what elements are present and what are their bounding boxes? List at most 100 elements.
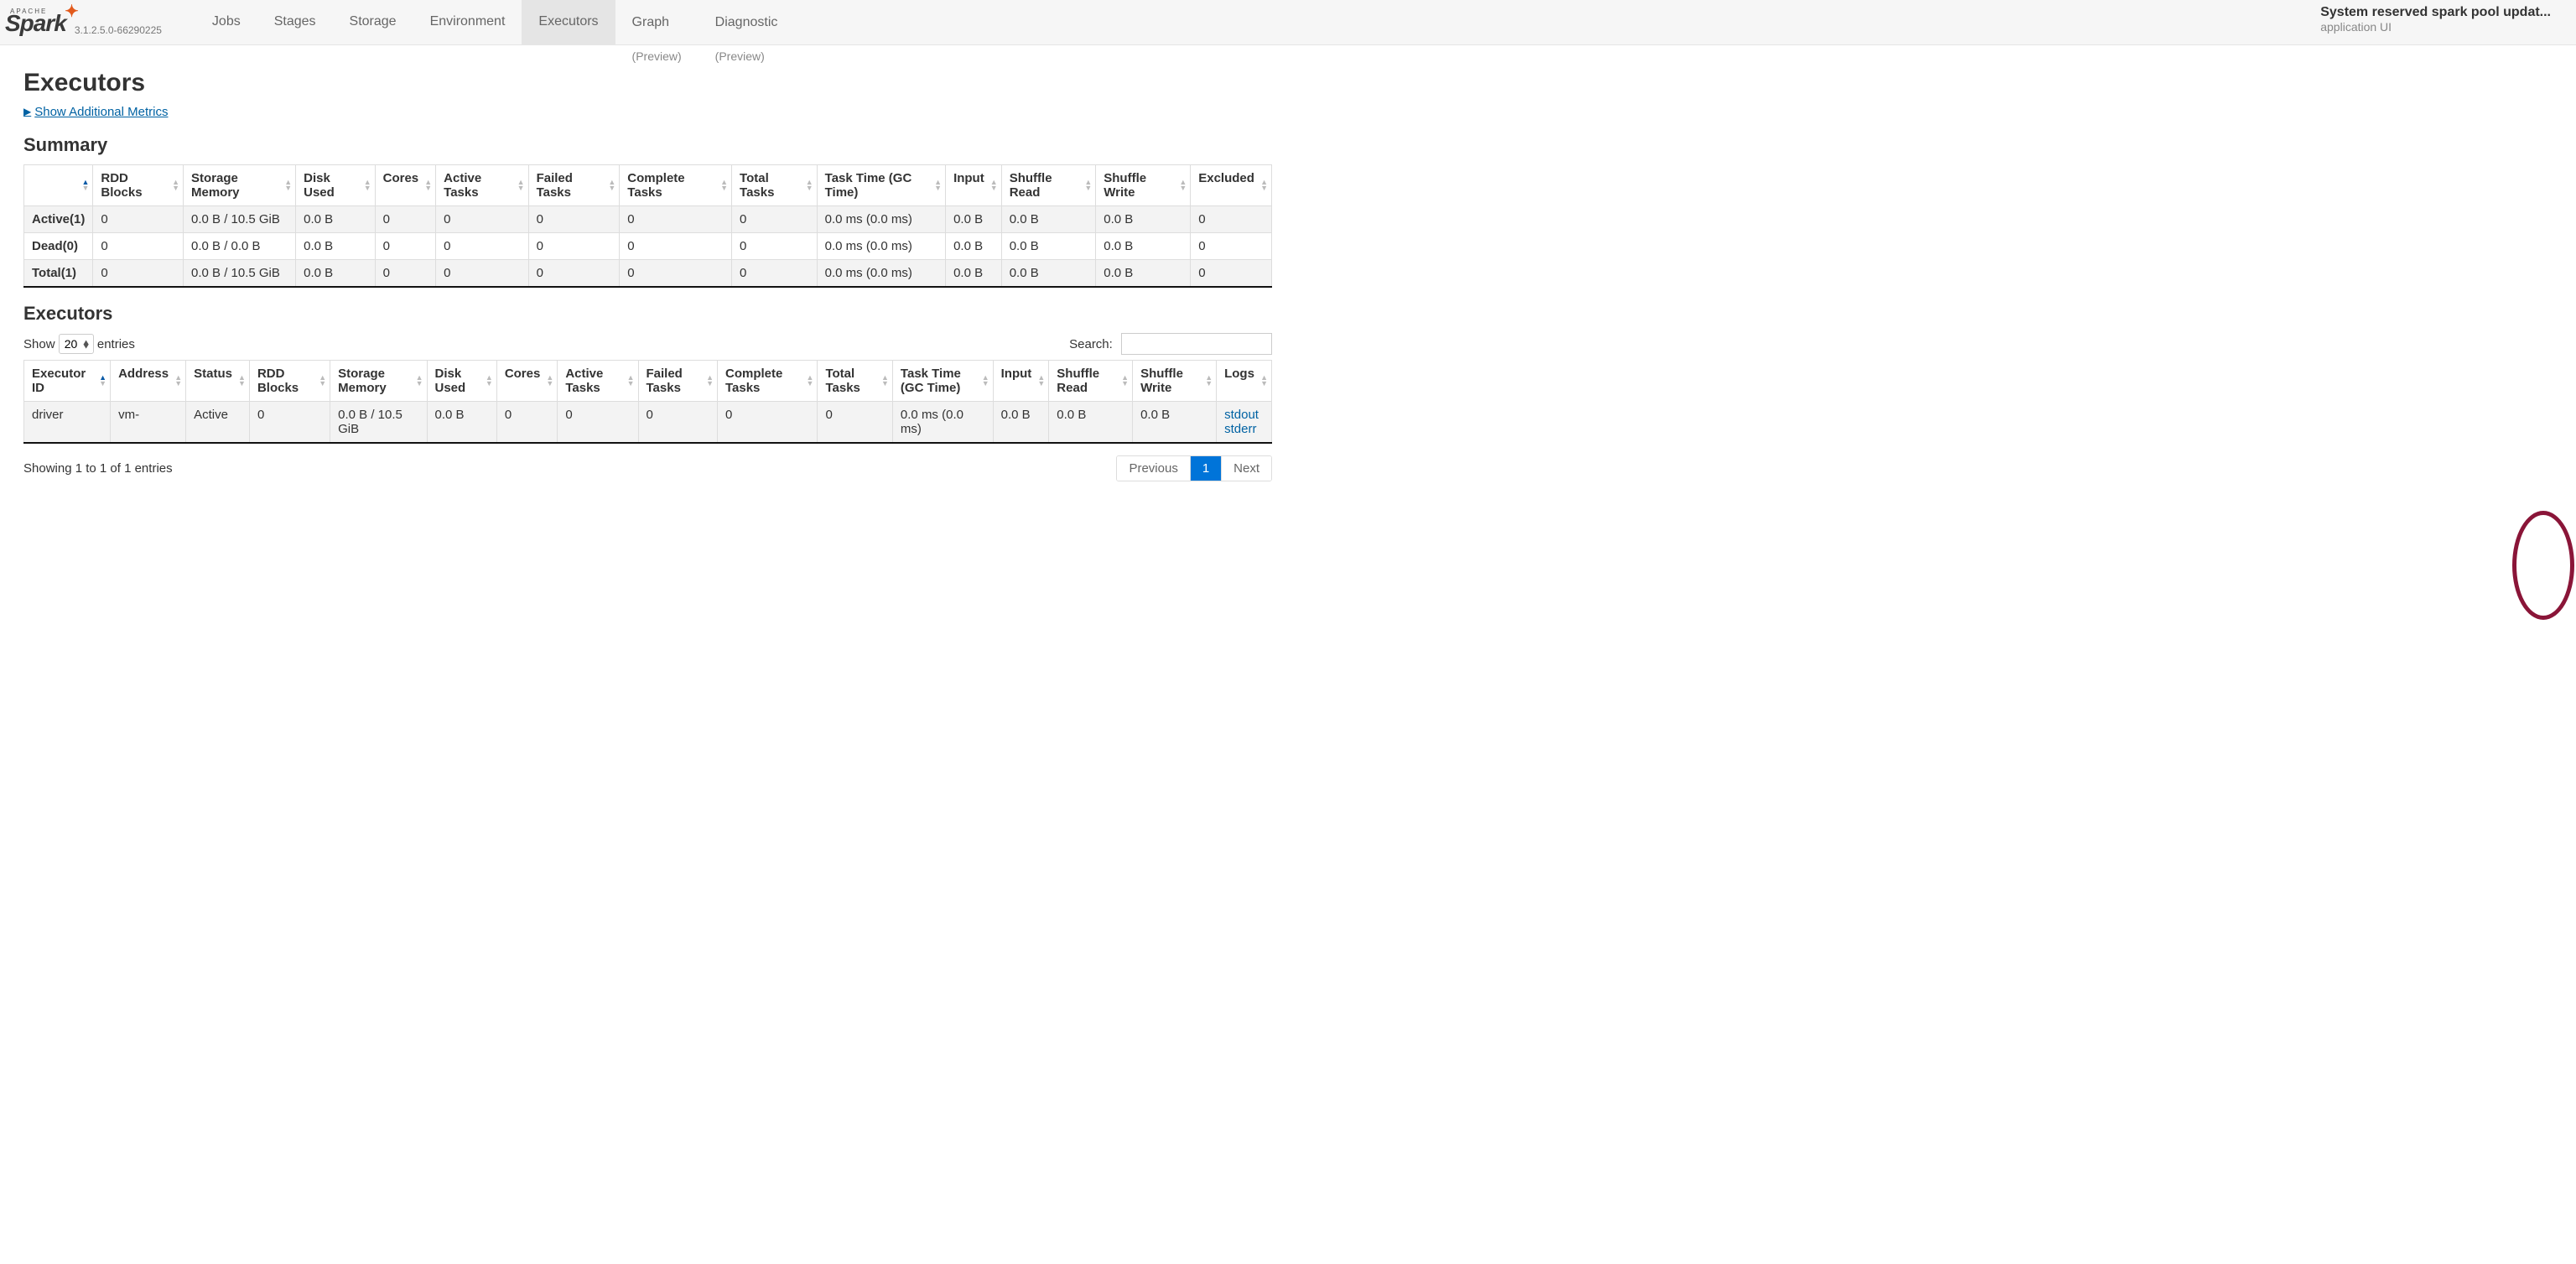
column-header[interactable]: Storage Memory ▲▼ — [184, 164, 296, 205]
sort-icon: ▲▼ — [1205, 375, 1213, 387]
table-cell: driver — [24, 401, 111, 443]
nav-tab-label: Environment — [430, 13, 506, 31]
column-header[interactable]: Shuffle Write▲▼ — [1096, 164, 1191, 205]
column-header[interactable]: Address▲▼ — [111, 360, 186, 401]
sort-icon: ▲▼ — [99, 375, 106, 387]
column-header[interactable]: Complete Tasks▲▼ — [620, 164, 732, 205]
nav-tab-executors[interactable]: Executors — [522, 0, 615, 44]
datatable-search: Search: — [1069, 333, 1272, 355]
executors-heading: Executors — [23, 303, 1272, 325]
table-cell: Active — [186, 401, 250, 443]
table-cell: 0 — [436, 232, 528, 259]
nav-tab-jobs[interactable]: Jobs — [195, 0, 257, 44]
table-cell: 0.0 B — [296, 259, 376, 287]
dt-entries-label: entries — [97, 337, 135, 351]
sort-icon: ▲▼ — [238, 375, 246, 387]
column-header-label: Active Tasks — [565, 367, 603, 395]
table-cell: Dead(0) — [24, 232, 93, 259]
nav-tab-environment[interactable]: Environment — [413, 0, 522, 44]
entries-select[interactable]: 20 — [59, 334, 94, 354]
pager: Previous 1 Next — [1116, 455, 1272, 481]
table-cell: 0.0 B / 10.5 GiB — [330, 401, 427, 443]
table-cell: 0.0 ms (0.0 ms) — [892, 401, 993, 443]
column-header[interactable]: Failed Tasks▲▼ — [638, 360, 717, 401]
table-cell: 0.0 B — [946, 205, 1002, 232]
nav-tab-diagnostic[interactable]: Diagnostic(Preview) — [699, 0, 795, 44]
table-cell: Total(1) — [24, 259, 93, 287]
column-header[interactable]: Task Time (GC Time)▲▼ — [892, 360, 993, 401]
summary-table: ▲▼RDD Blocks▲▼Storage Memory▲▼Disk Used▲… — [23, 164, 1272, 288]
column-header[interactable]: Cores▲▼ — [375, 164, 436, 205]
column-header[interactable]: Active Tasks▲▼ — [436, 164, 528, 205]
page-title: Executors — [23, 69, 1272, 97]
table-row: Dead(0)00.0 B / 0.0 B0.0 B000000.0 ms (0… — [24, 232, 1272, 259]
column-header[interactable]: Complete Tasks▲▼ — [717, 360, 817, 401]
sort-icon: ▲▼ — [1260, 375, 1268, 387]
column-header[interactable]: Total Tasks▲▼ — [818, 360, 892, 401]
column-header[interactable]: Task Time (GC Time)▲▼ — [817, 164, 945, 205]
table-cell: 0 — [436, 205, 528, 232]
sort-icon: ▲▼ — [424, 179, 432, 191]
nav-tab-graph[interactable]: Graph(Preview) — [615, 0, 699, 44]
pager-page-1[interactable]: 1 — [1191, 456, 1222, 481]
nav-tab-storage[interactable]: Storage — [333, 0, 413, 44]
column-header[interactable]: Status▲▼ — [186, 360, 250, 401]
column-header[interactable]: Disk Used▲▼ — [427, 360, 496, 401]
column-header[interactable]: Logs▲▼ — [1217, 360, 1272, 401]
table-cell: 0 — [717, 401, 817, 443]
table-cell: 0.0 B — [1001, 232, 1096, 259]
show-additional-metrics-toggle[interactable]: ▶ Show Additional Metrics — [23, 105, 168, 119]
column-header-label: Storage Memory — [191, 171, 240, 200]
column-header[interactable]: Active Tasks ▲▼ — [558, 360, 638, 401]
sort-icon: ▲▼ — [284, 179, 292, 191]
table-cell: 0 — [1191, 259, 1272, 287]
column-header[interactable]: Storage Memory▲▼ — [330, 360, 427, 401]
column-header-label: Executor ID — [32, 367, 86, 395]
column-header[interactable]: Excluded▲▼ — [1191, 164, 1272, 205]
sort-icon: ▲▼ — [806, 179, 813, 191]
sort-icon: ▲▼ — [807, 375, 814, 387]
brand[interactable]: APACHE Spark✦ 3.1.2.5.0-66290225 — [5, 0, 170, 44]
sort-icon: ▲▼ — [174, 375, 182, 387]
log-link-stdout[interactable]: stdout — [1224, 408, 1264, 422]
column-header[interactable]: Disk Used▲▼ — [296, 164, 376, 205]
table-cell: 0 — [249, 401, 330, 443]
sort-icon: ▲▼ — [608, 179, 615, 191]
column-header[interactable]: Shuffle Write▲▼ — [1133, 360, 1217, 401]
column-header-label: Cores — [505, 367, 541, 381]
table-cell: 0.0 B — [1049, 401, 1133, 443]
column-header[interactable]: Failed Tasks▲▼ — [528, 164, 620, 205]
column-header-label: RDD Blocks — [101, 171, 142, 200]
sort-icon: ▲▼ — [720, 179, 728, 191]
column-header[interactable]: Input▲▼ — [993, 360, 1049, 401]
column-header[interactable]: Shuffle Read▲▼ — [1001, 164, 1096, 205]
navbar: APACHE Spark✦ 3.1.2.5.0-66290225 JobsSta… — [0, 0, 2576, 45]
log-link-stderr[interactable]: stderr — [1224, 422, 1264, 436]
pager-next[interactable]: Next — [1222, 456, 1271, 481]
table-cell: Active(1) — [24, 205, 93, 232]
pager-previous[interactable]: Previous — [1117, 456, 1190, 481]
column-header[interactable]: Input▲▼ — [946, 164, 1002, 205]
column-header[interactable]: Total Tasks▲▼ — [732, 164, 818, 205]
table-cell: 0.0 B / 10.5 GiB — [184, 205, 296, 232]
column-header[interactable]: Executor ID ▲▼ — [24, 360, 111, 401]
table-cell: 0.0 ms (0.0 ms) — [817, 232, 945, 259]
table-cell: 0.0 B — [296, 205, 376, 232]
column-header[interactable]: RDD Blocks▲▼ — [93, 164, 184, 205]
nav-tab-stages[interactable]: Stages — [257, 0, 333, 44]
sort-icon: ▲▼ — [81, 179, 89, 191]
search-input[interactable] — [1121, 333, 1272, 355]
nav-tab-label: Storage — [350, 13, 397, 31]
sort-icon: ▲▼ — [934, 179, 942, 191]
sort-icon: ▲▼ — [982, 375, 989, 387]
app-title: System reserved spark pool updat... — [2320, 5, 2551, 20]
column-header[interactable]: RDD Blocks▲▼ — [249, 360, 330, 401]
sort-icon: ▲▼ — [627, 375, 635, 387]
column-header[interactable]: Cores▲▼ — [496, 360, 558, 401]
column-header[interactable]: ▲▼ — [24, 164, 93, 205]
sort-icon: ▲▼ — [1260, 179, 1268, 191]
metrics-toggle-label: Show Additional Metrics — [34, 105, 168, 119]
column-header[interactable]: Shuffle Read▲▼ — [1049, 360, 1133, 401]
table-cell: 0.0 B — [946, 259, 1002, 287]
table-cell: 0.0 B — [296, 232, 376, 259]
